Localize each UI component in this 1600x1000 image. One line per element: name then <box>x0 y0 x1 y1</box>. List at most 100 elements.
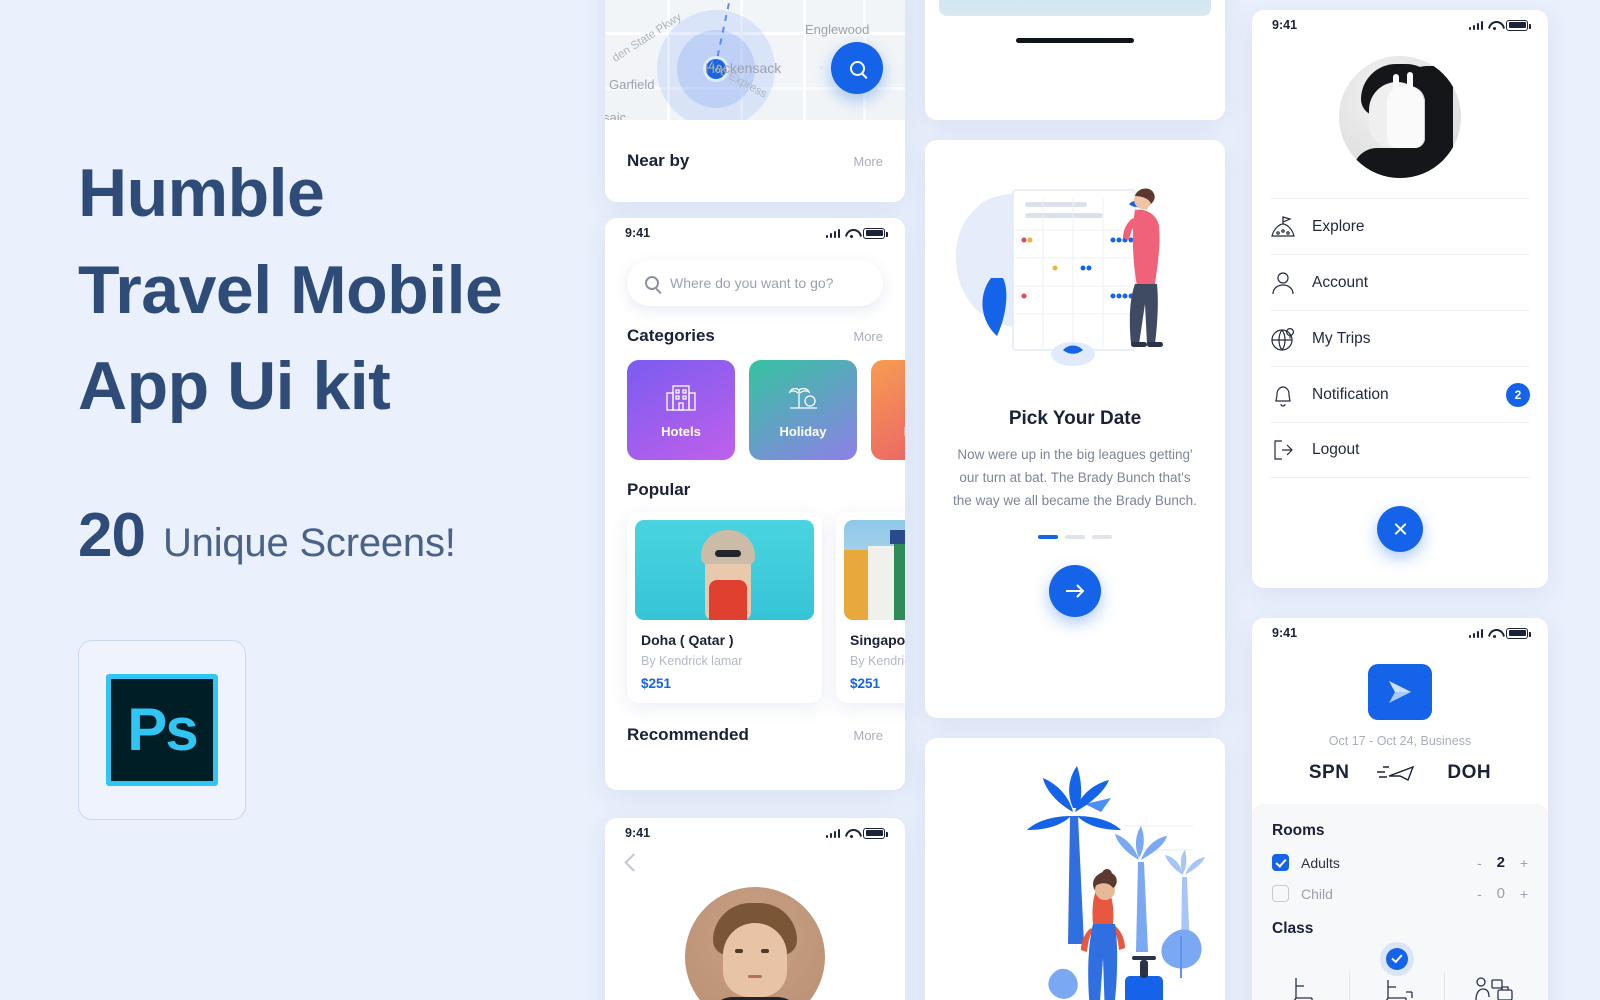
class-options[interactable] <box>1272 948 1528 1000</box>
category-card-hotels[interactable]: Hotels <box>627 360 735 460</box>
popular-header: Popular <box>605 460 905 500</box>
class-option-first[interactable] <box>1472 974 1514 1000</box>
status-icons <box>825 227 888 239</box>
menu-item-notification[interactable]: Notification 2 <box>1270 366 1530 422</box>
home-screen: 9:41 Where do you want to go? Categories… <box>605 218 905 790</box>
menu-item-label: Explore <box>1312 217 1365 235</box>
status-icons <box>1468 19 1531 31</box>
hotel-icon <box>666 384 696 411</box>
first-class-icon <box>1475 977 1513 1000</box>
child-stepper[interactable]: - 0 + <box>1477 885 1528 902</box>
wifi-icon <box>1488 20 1501 30</box>
adults-stepper[interactable]: - 2 + <box>1477 854 1528 871</box>
battery-icon <box>863 227 888 239</box>
increment-button[interactable]: + <box>1520 886 1528 902</box>
rooms-option-adults[interactable]: Adults - 2 + <box>1272 854 1528 871</box>
category-label: Holiday <box>779 423 827 439</box>
traveler-illustration <box>1027 766 1205 1000</box>
categories-header: Categories More <box>605 306 905 346</box>
battery-icon <box>863 827 888 839</box>
map-search-button[interactable] <box>831 42 883 94</box>
pagination-dot[interactable] <box>1065 534 1085 539</box>
illustration-screen <box>925 738 1225 1000</box>
calendar-illustration-svg <box>955 188 1163 366</box>
screen-count-label: Unique Screens! <box>162 521 456 565</box>
promo-panel: Humble Travel Mobile App Ui kit 20 Uniqu… <box>78 0 578 1000</box>
status-time: 9:41 <box>625 226 651 240</box>
origin-code: SPN <box>1308 762 1350 783</box>
checkbox-adults[interactable] <box>1272 854 1289 871</box>
increment-button[interactable]: + <box>1520 855 1528 871</box>
class-option-business[interactable] <box>1378 948 1416 1000</box>
categories-row[interactable]: Hotels Holiday Flights <box>605 346 905 460</box>
pagination-dot[interactable] <box>1092 534 1112 539</box>
destination-author: By Kendrick lamar <box>850 654 905 668</box>
battery-icon <box>1506 627 1531 639</box>
status-bar: 9:41 <box>1252 10 1548 40</box>
plane-icon <box>1377 765 1415 781</box>
notification-badge: 2 <box>1506 382 1530 407</box>
onboarding-screen: Pick Your Date Now were up in the big le… <box>925 140 1225 718</box>
close-icon <box>1393 522 1408 537</box>
close-menu-button[interactable] <box>1377 506 1423 552</box>
pagination-dot-active[interactable] <box>1038 534 1058 539</box>
destination-image <box>635 520 814 620</box>
popular-card[interactable]: Doha ( Qatar ) By Kendrick lamar $251 <box>627 512 822 703</box>
divider <box>1443 972 1445 1000</box>
status-time: 9:41 <box>625 826 651 840</box>
avatar[interactable] <box>1339 56 1461 178</box>
nearby-title: Near by <box>627 151 690 170</box>
home-indicator <box>1016 38 1134 43</box>
photoshop-icon: Ps <box>106 674 218 786</box>
bell-icon <box>1275 385 1291 407</box>
nearby-footer: Near by More <box>605 120 905 202</box>
decrement-button[interactable]: - <box>1477 886 1482 902</box>
nearby-more-link[interactable]: More <box>853 154 883 169</box>
chevron-left-icon[interactable] <box>624 853 643 872</box>
status-icons <box>825 827 888 839</box>
title-line-3: App Ui kit <box>78 348 391 425</box>
next-button[interactable] <box>1049 564 1101 617</box>
status-bar: 9:41 <box>605 218 905 248</box>
rooms-title: Rooms <box>1272 822 1325 839</box>
menu-item-explore[interactable]: Explore <box>1270 198 1530 254</box>
search-icon <box>645 276 659 290</box>
destination-title: Singapore <box>850 632 905 648</box>
categories-title: Categories <box>627 326 715 345</box>
category-card-flights[interactable]: Flights <box>871 360 905 460</box>
rooms-option-child[interactable]: Child - 0 + <box>1272 885 1528 902</box>
recommended-more-link[interactable]: More <box>853 728 883 743</box>
status-time: 9:41 <box>1272 18 1298 32</box>
divider <box>1349 972 1351 1000</box>
class-option-economy[interactable] <box>1286 974 1322 1000</box>
onboarding-body: Now were up in the big leagues getting' … <box>953 447 1197 508</box>
onboarding-title: Pick Your Date <box>1008 408 1142 429</box>
menu-item-label: Notification <box>1312 385 1389 403</box>
palm-beach-icon <box>788 387 817 409</box>
trip-card-screen: Singapore 5 days $351 By Kendrick lamar … <box>925 0 1225 120</box>
map-screen: den State Pkwy Garfield Hackensack Engle… <box>605 0 905 202</box>
profile-screen: 9:41 <box>605 818 905 1000</box>
popular-title: Popular <box>627 480 691 499</box>
popular-row[interactable]: Doha ( Qatar ) By Kendrick lamar $251 Si… <box>605 500 905 703</box>
categories-more-link[interactable]: More <box>853 329 883 344</box>
signal-icon <box>1468 20 1483 30</box>
category-label: Hotels <box>661 423 701 439</box>
battery-icon <box>1506 19 1531 31</box>
decrement-button[interactable]: - <box>1477 855 1482 871</box>
category-card-holiday[interactable]: Holiday <box>749 360 857 460</box>
globe-pin-icon <box>1271 327 1295 351</box>
menu-item-account[interactable]: Account <box>1270 254 1530 310</box>
checkbox-child[interactable] <box>1272 885 1289 902</box>
destination-price: $251 <box>641 676 672 691</box>
popular-card[interactable]: Singapore By Kendrick lamar $251 <box>836 512 905 703</box>
pagination-dots[interactable] <box>925 534 1225 539</box>
search-input[interactable]: Where do you want to go? <box>627 260 883 306</box>
search-placeholder: Where do you want to go? <box>670 275 834 291</box>
menu-item-my-trips[interactable]: My Trips <box>1270 310 1530 366</box>
logout-icon <box>1274 440 1293 460</box>
signal-icon <box>825 828 840 838</box>
menu-item-logout[interactable]: Logout <box>1270 422 1530 478</box>
map-label: Garfield <box>609 77 655 92</box>
search-icon <box>849 60 865 76</box>
